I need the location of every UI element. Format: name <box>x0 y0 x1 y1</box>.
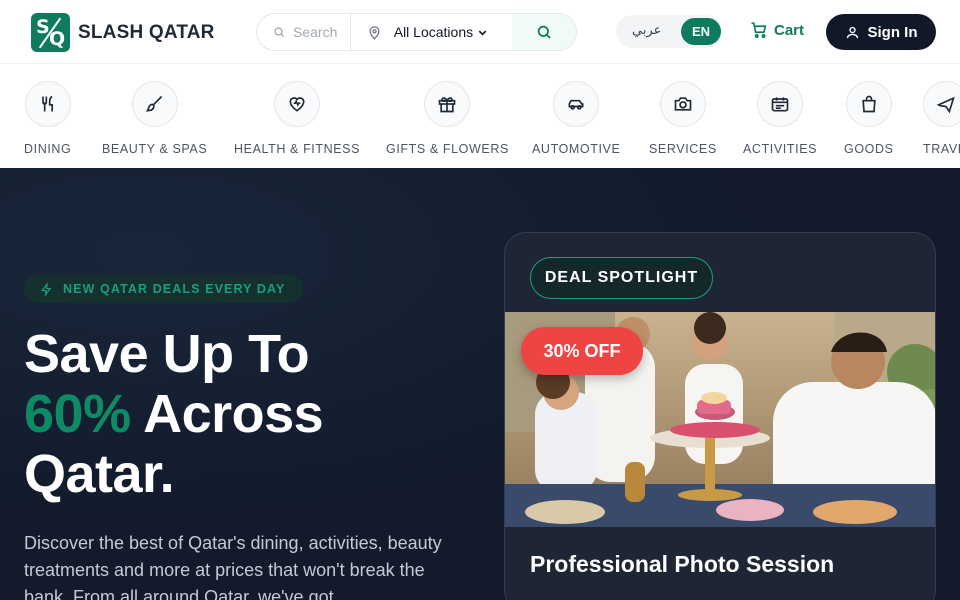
chevron-down-icon <box>478 30 487 35</box>
user-icon <box>846 26 858 38</box>
category-gifts-flowers[interactable]: GIFTS & FLOWERS <box>386 81 509 156</box>
hero-title-line1: Save Up To <box>24 324 310 384</box>
category-activities[interactable]: ACTIVITIES <box>743 81 817 156</box>
heart-pulse-icon <box>274 81 321 127</box>
hero-title-line2-rest: Across <box>130 384 324 444</box>
category-label: HEALTH & FITNESS <box>234 142 361 156</box>
deal-spotlight-tag: DEAL SPOTLIGHT <box>530 257 713 299</box>
sign-in-button[interactable]: Sign In <box>826 14 936 50</box>
category-health-fitness[interactable]: HEALTH & FITNESS <box>234 81 360 156</box>
category-label: GIFTS & FLOWERS <box>386 142 509 156</box>
brand-name: SLASH QATAR <box>78 21 215 43</box>
hero-title-accent: 60% <box>24 384 131 444</box>
sign-in-label: Sign In <box>867 23 918 41</box>
hero-title-line2: 60% Across <box>24 384 484 444</box>
lightning-icon <box>40 282 52 296</box>
brand-logo[interactable]: SQ SLASH QATAR <box>31 13 215 52</box>
category-automotive[interactable]: AUTOMOTIVE <box>532 81 620 156</box>
category-dining[interactable]: DINING <box>24 81 71 156</box>
deal-spotlight-card[interactable]: DEAL SPOTLIGHT 30% OFF Professional Phot… <box>504 232 936 600</box>
search-field-wrap <box>257 14 351 50</box>
cart-icon <box>751 22 767 38</box>
camera-icon <box>659 81 706 127</box>
search-bar: All Locations <box>256 13 577 51</box>
category-label: TRAVEL <box>923 142 960 156</box>
gift-icon <box>424 81 471 127</box>
badge-text: NEW QATAR DEALS EVERY DAY <box>63 282 286 296</box>
category-travel[interactable]: TRAVEL <box>923 81 960 156</box>
deals-badge: NEW QATAR DEALS EVERY DAY <box>24 275 304 303</box>
logo-mark-icon: SQ <box>31 13 70 52</box>
lang-arabic-option[interactable]: عربي <box>632 23 661 38</box>
category-bar: DINING BEAUTY & SPAS HEALTH & FITNESS GI… <box>0 65 960 168</box>
brush-icon <box>131 81 178 127</box>
category-label: GOODS <box>844 142 894 156</box>
category-goods[interactable]: GOODS <box>844 81 894 156</box>
map-pin-icon <box>369 25 380 40</box>
shopping-bag-icon <box>845 81 892 127</box>
category-label: DINING <box>24 142 72 156</box>
cart-label: Cart <box>774 21 805 39</box>
category-beauty-spas[interactable]: BEAUTY & SPAS <box>102 81 207 156</box>
search-button[interactable] <box>512 14 576 50</box>
car-icon <box>553 81 600 127</box>
discount-badge: 30% OFF <box>521 327 643 375</box>
language-switcher: عربي EN <box>616 15 722 48</box>
hero-title-line3: Qatar. <box>24 444 175 504</box>
search-icon <box>537 25 551 39</box>
site-header: SQ SLASH QATAR All Locations عربي EN Car… <box>0 0 960 64</box>
location-select[interactable]: All Locations <box>351 14 512 50</box>
cart-link[interactable]: Cart <box>750 21 804 39</box>
hero-section: NEW QATAR DEALS EVERY DAY Save Up To 60%… <box>0 168 960 600</box>
category-label: ACTIVITIES <box>743 142 818 156</box>
hero-description: Discover the best of Qatar's dining, act… <box>24 533 442 600</box>
plane-icon <box>923 81 960 127</box>
category-label: BEAUTY & SPAS <box>102 142 208 156</box>
ticket-icon <box>757 81 804 127</box>
search-small-icon <box>274 27 284 37</box>
location-value: All Locations <box>393 24 474 40</box>
hero-heading: Save Up To 60% Across Qatar. <box>24 324 484 504</box>
lang-english-option[interactable]: EN <box>681 18 721 45</box>
category-label: SERVICES <box>649 142 717 156</box>
search-input[interactable] <box>293 24 347 40</box>
deal-title[interactable]: Professional Photo Session <box>530 551 834 578</box>
category-services[interactable]: SERVICES <box>649 81 717 156</box>
utensils-icon <box>24 81 71 127</box>
category-label: AUTOMOTIVE <box>532 142 621 156</box>
deal-photo[interactable]: 30% OFF <box>505 312 935 527</box>
